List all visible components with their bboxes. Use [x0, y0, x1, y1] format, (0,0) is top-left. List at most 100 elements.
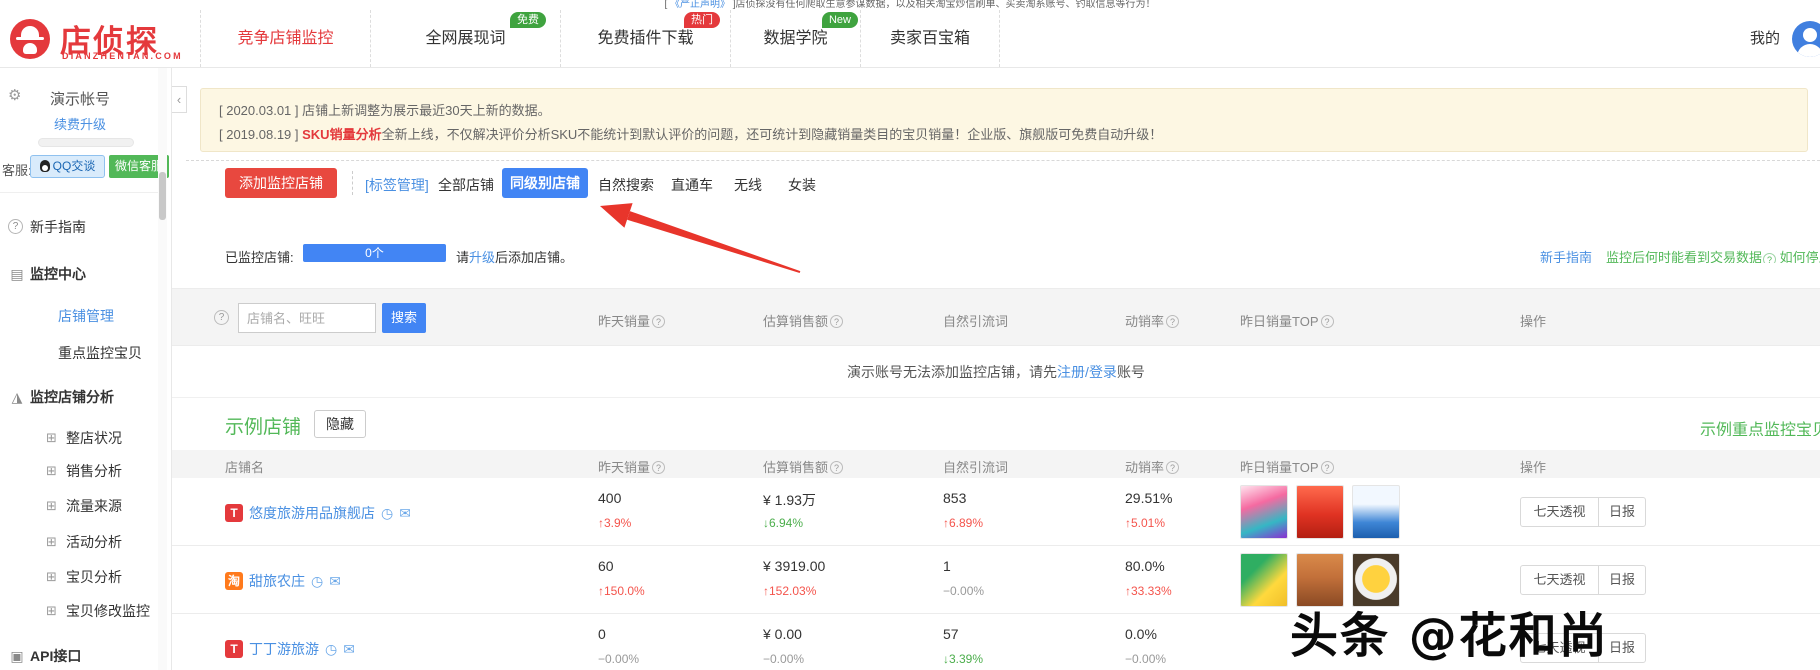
- column-label: 操作: [1520, 460, 1547, 475]
- stop-monitor-question-link[interactable]: 如何停止监控: [1780, 250, 1820, 263]
- upgrade-link[interactable]: 升级: [469, 250, 495, 265]
- sidebar-scrollbar-track[interactable]: [158, 68, 167, 670]
- clock-icon[interactable]: ◷: [311, 574, 323, 588]
- sidebar-item-traffic-source[interactable]: ⊞ 流量来源: [0, 496, 158, 516]
- daily-report-button[interactable]: 日报: [1599, 498, 1645, 526]
- register-link[interactable]: 注册: [1057, 364, 1085, 380]
- product-thumbnail[interactable]: [1240, 553, 1288, 607]
- sidebar-label: 重点监控宝贝: [58, 345, 142, 361]
- add-monitor-shop-button[interactable]: 添加监控店铺: [225, 168, 337, 198]
- sidebar-item-key-monitor[interactable]: 重点监控宝贝: [0, 343, 158, 363]
- filter-women-clothing[interactable]: 女装: [788, 175, 816, 195]
- shop-name-link[interactable]: 甜旅农庄: [249, 571, 305, 591]
- sidebar-item-activity-analysis[interactable]: ⊞ 活动分析: [0, 532, 158, 552]
- newbie-guide-link[interactable]: 新手指南: [1540, 250, 1592, 263]
- search-header-row: ? 搜索 昨天销量? 估算销售额? 自然引流词 动销率? 昨日销量TOP? 操作: [172, 288, 1820, 346]
- tab-seller-toolbox[interactable]: 卖家百宝箱: [860, 10, 1000, 67]
- sidebar-item-monitor-center[interactable]: ▤ 监控中心: [0, 264, 158, 284]
- help-circle-icon[interactable]: ?: [1320, 315, 1334, 328]
- chart-icon: ◮: [11, 389, 23, 405]
- announcement-highlight: SKU销量分析: [298, 127, 382, 142]
- product-thumbnail[interactable]: [1240, 485, 1288, 539]
- plus-box-icon: ⊞: [46, 430, 57, 445]
- sidebar-collapse-button[interactable]: ‹: [172, 86, 187, 113]
- tab-plugin-download[interactable]: 免费插件下载 热门: [560, 10, 730, 67]
- shop-name-link[interactable]: 悠度旅游用品旗舰店: [249, 503, 375, 523]
- sidebar-scrollbar-thumb[interactable]: [159, 172, 166, 220]
- sidebar-item-shop-analysis[interactable]: ◮ 监控店铺分析: [0, 387, 158, 407]
- column-action: 操作: [1520, 457, 1546, 476]
- announcement-line: [ 2020.03.01 ] 店铺上新调整为展示最近30天上新的数据。: [219, 100, 551, 119]
- help-circle-icon[interactable]: ?: [830, 461, 844, 474]
- daily-report-button[interactable]: 日报: [1599, 566, 1645, 594]
- shop-name-link[interactable]: 丁丁游旅游: [249, 639, 319, 659]
- user-avatar-icon[interactable]: [1792, 21, 1820, 57]
- filter-ztc[interactable]: 直通车: [671, 175, 713, 195]
- sidebar-item-guide[interactable]: ? 新手指南: [0, 217, 158, 237]
- help-circle-icon[interactable]: ?: [1763, 253, 1777, 263]
- estimated-revenue-delta: ↓6.94%: [763, 516, 804, 530]
- row-actions: 七天透视 日报: [1520, 497, 1646, 527]
- help-circle-icon[interactable]: ?: [1166, 461, 1180, 474]
- clock-icon[interactable]: ◷: [381, 506, 393, 520]
- help-circle-icon[interactable]: ?: [652, 461, 666, 474]
- collapse-chevron-icon: ‹: [176, 92, 182, 107]
- upgrade-tip: 请升级后添加店铺。: [456, 247, 573, 266]
- sidebar-item-api[interactable]: ▣ API接口: [0, 646, 158, 666]
- demo-account-note: 演示账号无法添加监控店铺，请先注册/登录账号: [172, 346, 1820, 398]
- sidebar-label: 销售分析: [66, 463, 122, 479]
- filter-all-shops[interactable]: 全部店铺: [438, 175, 494, 195]
- chat-icon[interactable]: ✉: [343, 642, 355, 656]
- qq-chat-button[interactable]: QQ交谈: [30, 155, 105, 178]
- help-circle-icon[interactable]: ?: [652, 315, 666, 328]
- filter-same-level-button[interactable]: 同级别店铺: [502, 168, 588, 198]
- sidebar-item-item-analysis[interactable]: ⊞ 宝贝分析: [0, 567, 158, 587]
- seven-day-perspective-button[interactable]: 七天透视: [1521, 566, 1599, 594]
- sidebar-item-item-modify-monitor[interactable]: ⊞ 宝贝修改监控: [0, 601, 158, 621]
- estimated-revenue-value: ¥ 3919.00: [763, 558, 826, 574]
- tab-label: 竞争店铺监控: [237, 30, 334, 47]
- help-circle-icon[interactable]: ?: [830, 315, 844, 328]
- sidebar-item-shop-manage[interactable]: 店铺管理: [0, 306, 158, 326]
- search-button[interactable]: 搜索: [382, 303, 426, 333]
- shop-search-input[interactable]: [238, 303, 376, 333]
- organic-keywords-value: 853: [943, 490, 967, 506]
- seven-day-perspective-button[interactable]: 七天透视: [1521, 498, 1599, 526]
- logo[interactable]: 店侦探 DIANZHENTAN.COM: [10, 18, 190, 62]
- filter-wireless[interactable]: 无线: [734, 175, 762, 195]
- login-link[interactable]: 登录: [1089, 364, 1117, 380]
- clock-icon[interactable]: ◷: [325, 642, 337, 656]
- tab-data-academy[interactable]: 数据学院 New: [730, 10, 860, 67]
- sample-key-monitor-link[interactable]: 示例重点监控宝贝: [1700, 416, 1820, 436]
- api-icon: ▣: [10, 648, 24, 664]
- sidebar-item-sales-analysis[interactable]: ⊞ 销售分析: [0, 461, 158, 481]
- estimated-revenue-value: ¥ 0.00: [763, 626, 802, 642]
- trade-data-question-link[interactable]: 监控后何时能看到交易数据: [1606, 250, 1762, 263]
- plus-box-icon: ⊞: [46, 569, 57, 584]
- top-products: [1240, 485, 1400, 539]
- filter-organic-search[interactable]: 自然搜索: [598, 175, 654, 195]
- sidebar-item-whole-shop[interactable]: ⊞ 整店状况: [0, 428, 158, 448]
- sell-through-delta: −0.00%: [1125, 652, 1167, 666]
- hide-button[interactable]: 隐藏: [314, 410, 366, 438]
- help-circle-icon[interactable]: ?: [1166, 315, 1180, 328]
- yesterday-sales-delta: ↑3.9%: [598, 516, 632, 530]
- help-circle-icon[interactable]: ?: [1320, 461, 1334, 474]
- column-estimated-revenue: 估算销售额?: [763, 457, 844, 476]
- toolbar-divider: [352, 171, 353, 195]
- tag-manage-link[interactable]: [标签管理]: [365, 175, 429, 195]
- disclaimer-link[interactable]: 《严正声明》: [670, 0, 730, 10]
- sidebar-label: 整店状况: [66, 430, 122, 446]
- chat-icon[interactable]: ✉: [329, 574, 341, 588]
- help-circle-icon[interactable]: ?: [214, 310, 229, 325]
- product-thumbnail[interactable]: [1352, 485, 1400, 539]
- tab-competitor-monitor[interactable]: 竞争店铺监控: [200, 10, 370, 67]
- tab-network-words[interactable]: 全网展现词 免费: [370, 10, 560, 67]
- page: [ 《严正声明》 ]店侦探没有任何爬取生意参谋数据，以及相关淘宝炒信刷单、买卖淘…: [0, 0, 1820, 670]
- chat-icon[interactable]: ✉: [399, 506, 411, 520]
- column-yesterday-sales: 昨天销量?: [598, 311, 666, 330]
- product-thumbnail[interactable]: [1296, 485, 1344, 539]
- my-account-link[interactable]: 我的: [1750, 10, 1780, 67]
- renew-upgrade-link[interactable]: 续费升级: [0, 114, 160, 133]
- plus-box-icon: ⊞: [46, 498, 57, 513]
